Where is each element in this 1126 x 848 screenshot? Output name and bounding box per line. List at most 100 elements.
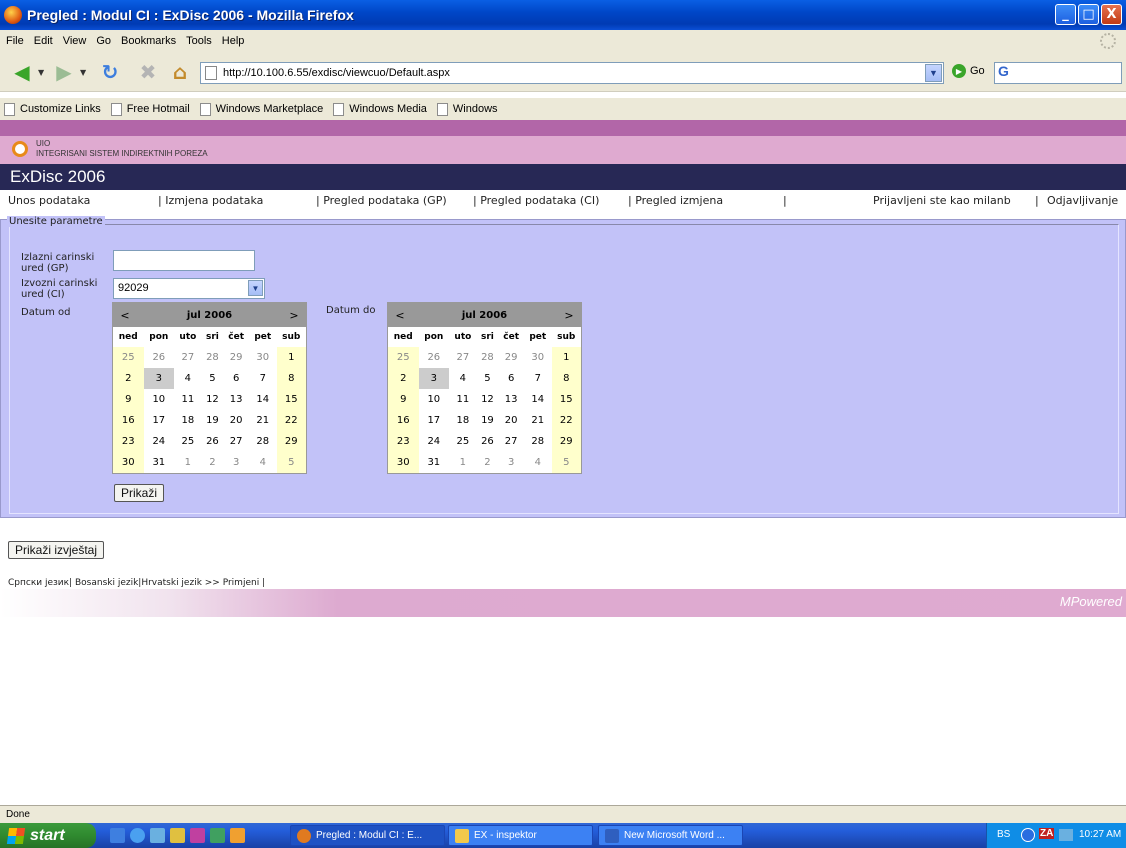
calendar-day[interactable]: 11 — [449, 389, 477, 410]
calendar-day[interactable]: 26 — [144, 347, 175, 368]
ci-select[interactable]: 92029 ▼ — [113, 278, 265, 299]
calendar-day[interactable]: 30 — [388, 452, 419, 473]
app-icon[interactable] — [190, 828, 205, 843]
app-icon[interactable] — [150, 828, 165, 843]
calendar-day[interactable]: 7 — [524, 368, 551, 389]
desktop-icon[interactable] — [110, 828, 125, 843]
calendar-day[interactable]: 25 — [174, 431, 202, 452]
url-dropdown-icon[interactable]: ▼ — [925, 64, 942, 82]
calendar-day[interactable]: 17 — [419, 410, 450, 431]
url-bar[interactable]: http://10.100.6.55/exdisc/viewcuo/Defaul… — [200, 62, 944, 84]
calendar-day[interactable]: 29 — [223, 347, 249, 368]
calendar-day[interactable]: 3 — [498, 452, 524, 473]
next-month-button[interactable]: > — [557, 309, 581, 322]
calendar-day[interactable]: 26 — [419, 347, 450, 368]
calendar-day[interactable]: 28 — [249, 431, 276, 452]
close-button[interactable]: X — [1101, 4, 1122, 25]
menu-file[interactable]: File — [6, 35, 24, 47]
calendar-day[interactable]: 5 — [202, 368, 224, 389]
calendar-day[interactable]: 27 — [223, 431, 249, 452]
calendar-day[interactable]: 22 — [276, 410, 306, 431]
task-explorer[interactable]: EX - inspektor — [448, 825, 593, 846]
calendar-day[interactable]: 5 — [477, 368, 499, 389]
back-icon[interactable]: ◀ — [8, 60, 36, 84]
bookmark-customize-links[interactable]: Customize Links — [4, 102, 101, 116]
calendar-day[interactable]: 5 — [276, 452, 306, 473]
task-firefox[interactable]: Pregled : Modul CI : E... — [290, 825, 445, 846]
calendar-day[interactable]: 20 — [498, 410, 524, 431]
nav-pregled-ci[interactable]: | Pregled podataka (CI) — [473, 194, 599, 207]
next-month-button[interactable]: > — [282, 309, 306, 322]
ie-icon[interactable] — [130, 828, 145, 843]
logout-link[interactable]: Odjavljivanje — [1047, 194, 1118, 207]
calendar-day[interactable]: 16 — [113, 410, 144, 431]
calendar-day[interactable]: 30 — [113, 452, 144, 473]
calendar-day[interactable]: 6 — [223, 368, 249, 389]
nav-unos-podataka[interactable]: Unos podataka — [8, 194, 90, 207]
calendar-day[interactable]: 2 — [477, 452, 499, 473]
app-icon[interactable] — [170, 828, 185, 843]
gp-input[interactable] — [113, 250, 255, 271]
calendar-day[interactable]: 26 — [477, 431, 499, 452]
calendar-day[interactable]: 23 — [388, 431, 419, 452]
nav-pregled-izmjena[interactable]: | Pregled izmjena — [628, 194, 723, 207]
back-dropdown-icon[interactable]: ▼ — [38, 68, 44, 77]
calendar-day[interactable]: 16 — [388, 410, 419, 431]
calendar-day[interactable]: 9 — [113, 389, 144, 410]
calendar-day[interactable]: 29 — [498, 347, 524, 368]
prikazi-button[interactable]: Prikaži — [114, 484, 165, 502]
menu-tools[interactable]: Tools — [186, 35, 212, 47]
calendar-day[interactable]: 19 — [202, 410, 224, 431]
calendar-day[interactable]: 27 — [449, 347, 477, 368]
calendar-day[interactable]: 1 — [276, 347, 306, 368]
calendar-day[interactable]: 29 — [551, 431, 581, 452]
calendar-day[interactable]: 31 — [419, 452, 450, 473]
calendar-day[interactable]: 21 — [249, 410, 276, 431]
calendar-day[interactable]: 8 — [276, 368, 306, 389]
calendar-day[interactable]: 1 — [551, 347, 581, 368]
calendar-day[interactable]: 30 — [524, 347, 551, 368]
chevron-down-icon[interactable]: ▼ — [248, 280, 263, 296]
calendar-day[interactable]: 10 — [144, 389, 175, 410]
calendar-day[interactable]: 28 — [524, 431, 551, 452]
calendar-day[interactable]: 13 — [498, 389, 524, 410]
maximize-button[interactable]: □ — [1078, 4, 1099, 25]
calendar-day[interactable]: 14 — [249, 389, 276, 410]
calendar-day[interactable]: 4 — [449, 368, 477, 389]
calendar-day[interactable]: 24 — [419, 431, 450, 452]
calendar-day[interactable]: 19 — [477, 410, 499, 431]
language-indicator[interactable]: BS — [997, 829, 1010, 840]
stop-icon[interactable]: ✖ — [134, 60, 162, 84]
prev-month-button[interactable]: < — [113, 309, 137, 322]
calendar-day[interactable]: 27 — [498, 431, 524, 452]
calendar-day[interactable]: 20 — [223, 410, 249, 431]
calendar-day[interactable]: 28 — [477, 347, 499, 368]
calendar-day[interactable]: 14 — [524, 389, 551, 410]
nav-pregled-gp[interactable]: | Pregled podataka (GP) — [316, 194, 447, 207]
calendar-day[interactable]: 2 — [113, 368, 144, 389]
calendar-day[interactable]: 30 — [249, 347, 276, 368]
bookmark-windows-marketplace[interactable]: Windows Marketplace — [199, 102, 323, 116]
calendar-day[interactable]: 18 — [449, 410, 477, 431]
calendar-day[interactable]: 15 — [551, 389, 581, 410]
calendar-day[interactable]: 4 — [524, 452, 551, 473]
calendar-day[interactable]: 21 — [524, 410, 551, 431]
calendar-day-selected[interactable]: 3 — [143, 368, 175, 389]
calendar-day[interactable]: 24 — [144, 431, 175, 452]
calendar-day[interactable]: 27 — [174, 347, 202, 368]
minimize-button[interactable]: _ — [1055, 4, 1076, 25]
prev-month-button[interactable]: < — [388, 309, 412, 322]
calendar-day[interactable]: 29 — [276, 431, 306, 452]
calendar-day[interactable]: 25 — [388, 347, 419, 368]
calendar-day[interactable]: 25 — [449, 431, 477, 452]
menu-bookmarks[interactable]: Bookmarks — [121, 35, 176, 47]
antivirus-icon[interactable]: ZA — [1039, 828, 1055, 839]
calendar-day[interactable]: 6 — [498, 368, 524, 389]
bookmark-windows-media[interactable]: Windows Media — [333, 102, 427, 116]
calendar-day[interactable]: 18 — [174, 410, 202, 431]
calendar-day[interactable]: 12 — [202, 389, 224, 410]
bookmark-free-hotmail[interactable]: Free Hotmail — [110, 102, 190, 116]
menu-edit[interactable]: Edit — [34, 35, 53, 47]
report-button[interactable]: Prikaži izvještaj — [8, 541, 105, 559]
calendar-day[interactable]: 2 — [202, 452, 224, 473]
